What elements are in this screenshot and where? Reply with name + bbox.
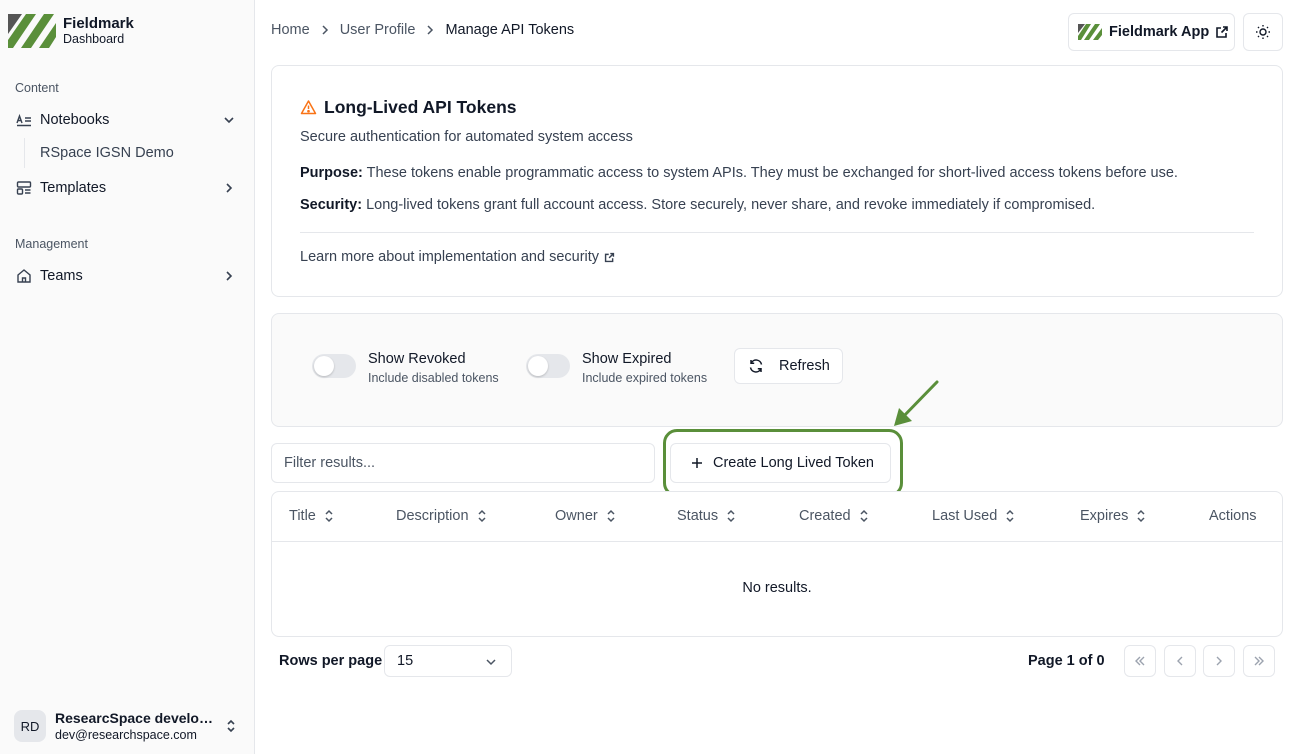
create-long-lived-token-button[interactable]: Create Long Lived Token <box>670 443 891 483</box>
breadcrumb-home[interactable]: Home <box>271 22 310 38</box>
sidebar-item-label: Templates <box>40 180 107 196</box>
template-icon <box>16 180 32 196</box>
user-email: dev@researchspace.com <box>55 727 197 742</box>
tokens-table: Title Description Owner Status Created L… <box>271 491 1283 637</box>
rows-per-page-label: Rows per page <box>279 653 383 669</box>
chevrons-up-down-icon <box>224 718 238 734</box>
text-list-icon <box>16 112 32 128</box>
breadcrumb: Home User Profile Manage API Tokens <box>271 22 574 38</box>
info-security: Security: Long-lived tokens grant full a… <box>300 197 1096 213</box>
previous-page-button[interactable] <box>1164 645 1196 677</box>
breadcrumb-current: Manage API Tokens <box>445 22 575 38</box>
last-page-button[interactable] <box>1243 645 1275 677</box>
brand-name: Fieldmark <box>63 15 134 32</box>
token-filters-card: Show Revoked Include disabled tokens Sho… <box>271 313 1283 427</box>
sort-icon <box>476 509 488 523</box>
chevron-right-icon <box>222 269 236 283</box>
first-page-button[interactable] <box>1124 645 1156 677</box>
chevron-left-icon <box>1173 654 1187 668</box>
column-header-last-used[interactable]: Last Used <box>932 508 1016 524</box>
column-header-actions: Actions <box>1209 508 1257 524</box>
divider <box>300 232 1254 233</box>
show-expired-toggle[interactable] <box>526 354 570 378</box>
info-purpose: Purpose: These tokens enable programmati… <box>300 165 1178 181</box>
fieldmark-logo-icon <box>8 14 56 48</box>
next-page-button[interactable] <box>1203 645 1235 677</box>
sun-icon <box>1255 24 1271 40</box>
page-info: Page 1 of 0 <box>1028 653 1105 669</box>
chevron-down-icon <box>222 113 236 127</box>
refresh-button[interactable]: Refresh <box>734 348 843 384</box>
fieldmark-logo-icon <box>1078 24 1102 40</box>
column-header-owner[interactable]: Owner <box>555 508 617 524</box>
external-link-icon <box>1215 25 1229 39</box>
sidebar-item-label: Teams <box>40 268 83 284</box>
chevron-right-icon <box>423 23 437 37</box>
section-label-management: Management <box>15 237 88 251</box>
home-icon <box>16 268 32 284</box>
learn-more-link[interactable]: Learn more about implementation and secu… <box>300 249 615 265</box>
table-header: Title Description Owner Status Created L… <box>272 492 1282 542</box>
chevron-right-icon <box>318 23 332 37</box>
sort-icon <box>1004 509 1016 523</box>
column-header-description[interactable]: Description <box>396 508 488 524</box>
warning-triangle-icon <box>300 99 317 116</box>
sidebar-item-label: Notebooks <box>40 112 110 128</box>
chevrons-right-icon <box>1252 654 1266 668</box>
empty-state: No results. <box>742 580 812 596</box>
info-title: Long-Lived API Tokens <box>324 97 517 117</box>
chevrons-left-icon <box>1133 654 1147 668</box>
breadcrumb-user-profile[interactable]: User Profile <box>340 22 416 38</box>
sort-icon <box>725 509 737 523</box>
sort-icon <box>1135 509 1147 523</box>
chevron-right-icon <box>222 181 236 195</box>
column-header-expires[interactable]: Expires <box>1080 508 1147 524</box>
show-revoked-description: Include disabled tokens <box>368 371 499 385</box>
external-link-icon <box>604 252 615 263</box>
section-label-content: Content <box>15 81 59 95</box>
sidebar-item-notebooks[interactable]: Notebooks <box>8 106 246 134</box>
sidebar-subitem-rspace-igsn-demo[interactable]: RSpace IGSN Demo <box>32 140 246 166</box>
column-header-created[interactable]: Created <box>799 508 870 524</box>
show-revoked-label: Show Revoked <box>368 351 466 367</box>
fieldmark-app-label: Fieldmark App <box>1109 24 1210 40</box>
avatar: RD <box>14 710 46 742</box>
api-tokens-info-card: Long-Lived API Tokens Secure authenticat… <box>271 65 1283 297</box>
column-header-status[interactable]: Status <box>677 508 737 524</box>
fieldmark-app-button[interactable]: Fieldmark App <box>1068 13 1235 51</box>
chevron-right-icon <box>1212 654 1226 668</box>
user-name: ResearcSpace developer <box>55 709 220 726</box>
sort-icon <box>605 509 617 523</box>
sort-icon <box>323 509 335 523</box>
filter-results-input[interactable] <box>271 443 655 483</box>
sidebar-item-templates[interactable]: Templates <box>8 174 246 202</box>
brand-subtitle: Dashboard <box>63 32 125 46</box>
chevron-down-icon <box>484 655 498 669</box>
plus-icon <box>690 456 704 470</box>
arrow-annotation-icon <box>894 380 939 426</box>
rows-per-page-select[interactable]: 15 <box>384 645 512 677</box>
show-expired-description: Include expired tokens <box>582 371 708 385</box>
brand[interactable]: Fieldmark Dashboard <box>8 14 134 48</box>
refresh-icon <box>748 358 764 374</box>
info-subtitle: Secure authentication for automated syst… <box>300 129 633 145</box>
sidebar-item-teams[interactable]: Teams <box>8 262 246 290</box>
column-header-title[interactable]: Title <box>289 508 335 524</box>
sidebar: Fieldmark Dashboard Content Notebooks RS… <box>0 0 255 754</box>
show-expired-label: Show Expired <box>582 351 672 367</box>
submenu-line <box>24 138 25 168</box>
theme-toggle-button[interactable] <box>1243 13 1283 51</box>
sort-icon <box>858 509 870 523</box>
user-menu[interactable]: RD ResearcSpace developer dev@researchsp… <box>14 706 246 746</box>
show-revoked-toggle[interactable] <box>312 354 356 378</box>
